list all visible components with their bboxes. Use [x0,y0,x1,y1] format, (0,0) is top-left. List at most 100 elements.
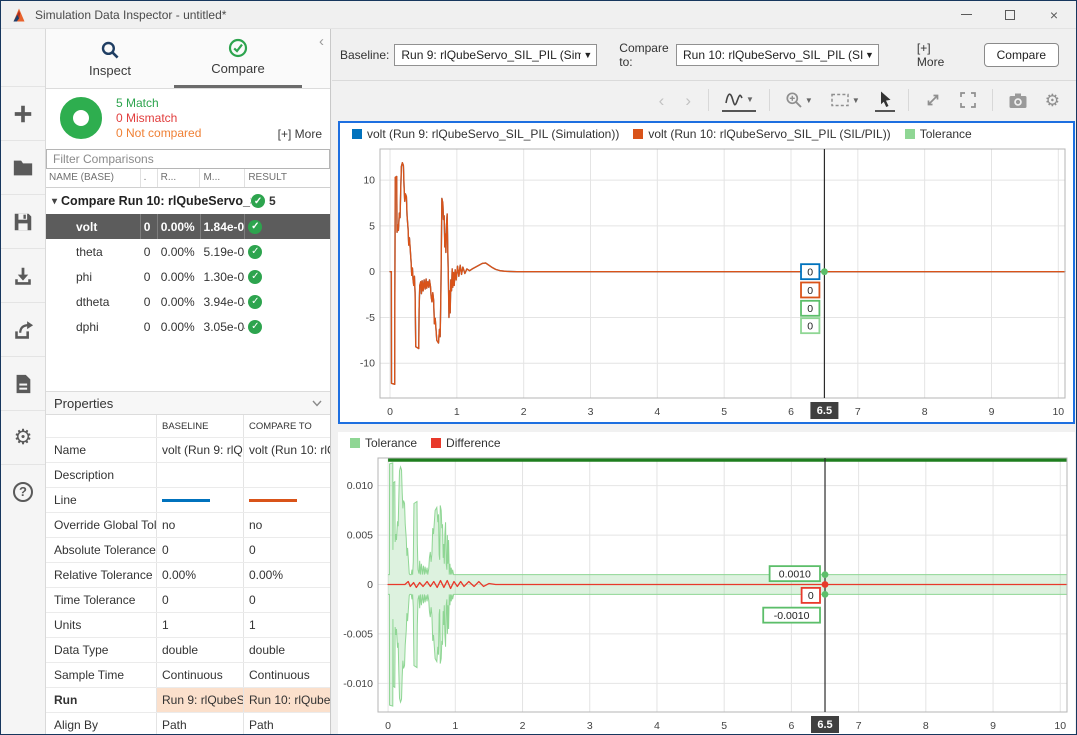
compare-button[interactable]: Compare [984,43,1059,67]
settings-gear-icon: ⚙ [1045,92,1060,109]
match-count: 5 Match [116,96,201,111]
preferences-gear-icon: ⚙ [14,427,33,448]
col-abs-header[interactable]: . [141,169,158,187]
result-pass-icon: ✓ [248,270,262,284]
col-name-header[interactable]: NAME (BASE) [46,169,141,187]
maximize-icon [1005,10,1015,20]
fullscreen-button[interactable] [957,89,979,111]
properties-grid: BASELINE COMPARE TO Name volt (Run 9: rl… [46,415,330,734]
plot-settings-button[interactable]: ⚙ [1043,90,1062,111]
svg-text:6: 6 [788,406,794,418]
baseline-select[interactable]: Run 9: rlQubeServo_SIL_PIL (Simulation) … [394,44,597,66]
properties-title: Properties [54,396,113,411]
tab-inspect[interactable]: Inspect [46,29,174,88]
difference-chart[interactable]: 0123456789100.0100.0050-0.005-0.0100.001… [338,454,1075,735]
expander-icon[interactable]: ▾ [52,196,57,207]
dropdown-caret-icon: ▼ [865,50,874,60]
svg-text:5: 5 [369,220,375,232]
toolbar-separator [769,89,770,111]
matlab-logo-icon [11,7,27,23]
legend-item[interactable]: Tolerance [905,127,972,141]
compare-to-select[interactable]: Run 10: rlQubeServo_SIL_PIL (SIL/PIL) ▼ [676,44,879,66]
svg-text:2: 2 [521,406,527,418]
svg-text:6.5: 6.5 [817,405,832,417]
summary-more-link[interactable]: [+] More [278,127,322,141]
close-button[interactable]: × [1032,1,1076,28]
legend-item[interactable]: Tolerance [350,436,417,450]
col-rel-header[interactable]: R... [158,169,201,187]
signal-row-dtheta[interactable]: dtheta 0 0.00% 3.94e-04 ✓ [46,289,330,314]
col-result-header[interactable]: RESULT [245,169,330,187]
fit-to-view-button[interactable]: ▼ [828,90,862,110]
property-row-line: Line [46,487,330,512]
filter-comparisons-input[interactable] [46,149,330,169]
legend-item[interactable]: volt (Run 10: rlQubeServo_SIL_PIL (SIL/P… [633,127,890,141]
svg-text:-0.005: -0.005 [343,628,373,640]
collapse-panel-icon[interactable]: ‹ [319,33,324,50]
forward-icon[interactable]: › [681,92,695,109]
signal-row-volt[interactable]: volt 0 0.00% 1.84e-04 ✓ [46,214,330,239]
signal-row-phi[interactable]: phi 0 0.00% 1.30e-05 ✓ [46,264,330,289]
add-icon [12,103,34,125]
import-icon [12,265,34,287]
svg-text:6: 6 [788,720,794,732]
more-options-link[interactable]: [+] More [917,41,952,69]
export-button[interactable] [1,302,45,356]
svg-text:0: 0 [385,720,391,732]
legend-item[interactable]: volt (Run 9: rlQubeServo_SIL_PIL (Simula… [352,127,619,141]
chevron-down-icon [312,400,322,407]
back-icon[interactable]: ‹ [655,92,669,109]
minimize-button[interactable] [944,1,988,28]
not-compared-count: 0 Not compared [116,126,201,141]
expand-layout-button[interactable] [922,89,944,111]
svg-text:-0.010: -0.010 [343,678,373,690]
help-icon: ? [13,482,33,502]
add-signals-button[interactable] [1,86,45,140]
legend-swatch [633,129,643,139]
svg-text:5: 5 [721,406,727,418]
baseline-label: Baseline: [340,48,389,62]
snapshot-button[interactable] [1006,90,1030,111]
svg-text:0: 0 [808,590,814,602]
create-report-icon [12,373,34,395]
zoom-button[interactable]: ▼ [783,89,815,111]
pointer-tool-button[interactable] [875,88,895,112]
snapshot-camera-icon [1008,92,1028,109]
app-body: ⚙ ? Inspect [1,29,1076,734]
zoom-in-icon [785,91,803,109]
comparison-group-row[interactable]: ▾ Compare Run 10: rlQubeServo_SIL_PIL ✓ … [46,188,330,214]
svg-text:7: 7 [855,406,861,418]
chart1-legend: volt (Run 9: rlQubeServo_SIL_PIL (Simula… [340,123,1073,145]
svg-text:0: 0 [807,266,813,278]
signal-wave-icon [724,90,744,108]
maximize-button[interactable] [988,1,1032,28]
signal-row-dphi[interactable]: dphi 0 0.00% 3.05e-04 ✓ [46,314,330,339]
open-session-button[interactable] [1,140,45,194]
create-report-button[interactable] [1,356,45,410]
signal-row-theta[interactable]: theta 0 0.00% 5.19e-05 ✓ [46,239,330,264]
svg-text:1: 1 [454,406,460,418]
signal-display-button[interactable]: ▼ [722,88,756,112]
fit-to-view-icon [830,92,850,108]
chart-toolbar: ‹ › ▼ ▼ [332,81,1076,119]
preferences-button[interactable]: ⚙ [1,410,45,464]
properties-header[interactable]: Properties [46,391,330,415]
legend-swatch [905,129,915,139]
svg-text:1: 1 [452,720,458,732]
baseline-compare-chart[interactable]: 0123456789101050-5-1000006.5 [340,145,1073,422]
toolbar-separator [908,89,909,111]
property-row-units: Units 1 1 [46,612,330,637]
col-max-header[interactable]: M... [200,169,245,187]
legend-item[interactable]: Difference [431,436,500,450]
svg-text:0: 0 [807,303,813,315]
result-pass-icon: ✓ [248,220,262,234]
import-button[interactable] [1,248,45,302]
compare-to-column-header: COMPARE TO [243,415,330,437]
comparison-table: NAME (BASE) . R... M... RESULT ▾ Compare… [46,169,330,339]
inspect-magnifier-icon [100,40,120,60]
compare-summary: 5 Match 0 Mismatch 0 Not compared [+] Mo… [46,89,330,147]
svg-text:8: 8 [922,406,928,418]
save-session-button[interactable] [1,194,45,248]
tab-compare[interactable]: Compare [174,29,302,88]
help-button[interactable]: ? [1,464,45,518]
